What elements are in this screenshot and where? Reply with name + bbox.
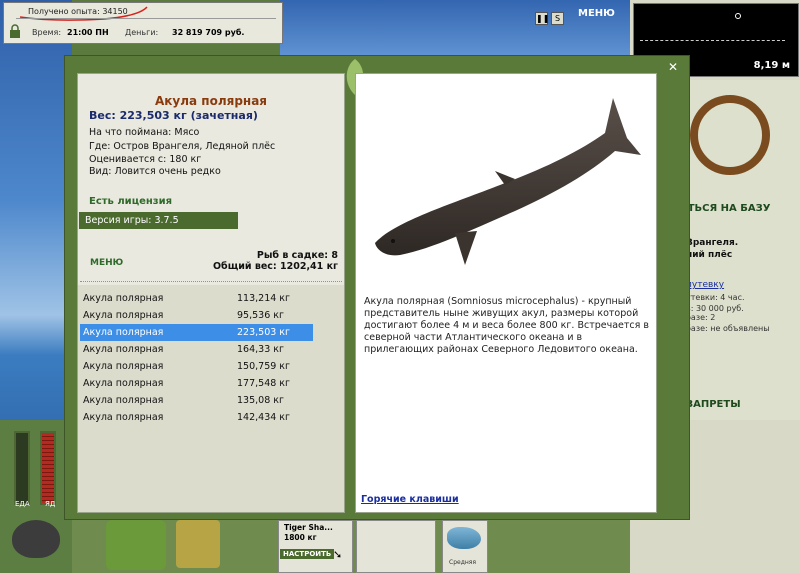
fish-basket-icon[interactable] — [106, 520, 166, 570]
catch-row-name: Акула полярная — [83, 327, 164, 338]
bucket-icon[interactable] — [176, 520, 220, 568]
catch-row-weight: 177,548 кг — [237, 378, 291, 389]
fish-weight: Вес: 223,503 кг (зачетная) — [89, 109, 258, 122]
fish-rarity: Вид: Ловится очень редко — [89, 166, 221, 177]
catch-row-name: Акула полярная — [83, 378, 164, 389]
cauldron-icon[interactable] — [12, 520, 60, 558]
license-status: Есть лицензия — [89, 196, 173, 207]
lure-name: Tiger Sha... — [284, 523, 333, 532]
catch-row-name: Акула полярная — [83, 361, 164, 372]
divider — [80, 281, 342, 282]
catch-list-row[interactable]: Акула полярная 113,214 кг — [80, 290, 313, 307]
catch-row-name: Акула полярная — [83, 395, 164, 406]
catch-list-row[interactable]: Акула полярная 95,536 кг — [80, 307, 313, 324]
catch-list-row[interactable]: Акула полярная 150,759 кг — [80, 358, 313, 375]
catch-row-weight: 164,33 кг — [237, 344, 284, 355]
depth-value: 8,19 м — [753, 60, 790, 71]
cage-total-weight: Общий вес: 1202,41 кг — [212, 261, 338, 272]
catch-list-row[interactable]: Акула полярная 177,548 кг — [80, 375, 313, 392]
lure-weight: 1800 кг — [284, 533, 317, 542]
depth-map-line — [640, 40, 785, 42]
location-line-2: ний плёс — [686, 250, 733, 260]
catch-list-row[interactable]: Акула полярная 142,434 кг — [80, 409, 313, 426]
catch-list-row[interactable]: Акула полярная 135,08 кг — [80, 392, 313, 409]
catch-row-weight: 135,08 кг — [237, 395, 284, 406]
cage-count: Рыб в садке: 8 — [256, 250, 338, 261]
catch-row-name: Акула полярная — [83, 412, 164, 423]
money-label: Деньги: — [125, 28, 159, 37]
fish-title: Акула полярная — [154, 94, 268, 108]
catch-row-name: Акула полярная — [83, 293, 164, 304]
top-controls: ❚❚ S — [535, 8, 567, 27]
dialog-menu-button[interactable]: МЕНЮ — [90, 258, 123, 268]
fish-description: Акула полярная (Somniosus microcephalus)… — [364, 296, 649, 355]
bans-button[interactable]: ЗАПРЕТЫ — [686, 399, 741, 410]
trip-duration: утевки: 4 час. — [686, 293, 745, 302]
sound-icon[interactable]: S — [551, 12, 564, 25]
catch-list-row[interactable]: Акула полярная 164,33 кг — [80, 341, 313, 358]
poison-label: ЯД — [45, 500, 56, 508]
return-to-base-button[interactable]: УТЬСЯ НА БАЗУ — [680, 203, 770, 214]
catch-list-row[interactable]: Акула полярная 223,503 кг — [80, 324, 313, 341]
empty-slot[interactable] — [356, 520, 436, 573]
lock-icon[interactable] — [9, 24, 21, 38]
catch-location: Где: Остров Врангеля, Ледяной плёс — [89, 141, 276, 152]
catch-row-weight: 113,214 кг — [237, 293, 291, 304]
configure-button[interactable]: НАСТРОИТЬ — [280, 549, 335, 559]
voucher-link[interactable]: путевку — [686, 280, 724, 290]
hud-divider — [16, 18, 276, 19]
catch-row-weight: 142,434 кг — [237, 412, 291, 423]
red-underline-mark — [19, 6, 148, 21]
location-line-1: Врангеля. — [686, 238, 739, 248]
valued-from: Оценивается с: 180 кг — [89, 154, 202, 165]
main-menu-button[interactable]: МЕНЮ — [578, 8, 615, 19]
time-value: 21:00 ПН — [67, 28, 109, 37]
time-label: Время: — [32, 28, 62, 37]
cage-summary: Рыб в садке: 8 Общий вес: 1202,41 кг — [213, 250, 338, 272]
caught-on: На что поймана: Мясо — [89, 127, 200, 138]
food-meter — [14, 431, 30, 505]
level-label: Средняя — [449, 559, 476, 566]
close-icon[interactable]: ✕ — [668, 60, 678, 74]
trip-price: ь: 30 000 руб. — [686, 304, 744, 313]
arrow-icon: ➘ — [333, 548, 343, 561]
game-version: Версия игры: 3.7.5 — [79, 212, 238, 229]
catch-row-weight: 223,503 кг — [237, 327, 291, 338]
base-notice: базе: не объявлены — [686, 324, 770, 333]
base-info: базе: 2 — [686, 313, 716, 322]
float-marker-icon — [735, 13, 741, 19]
poison-meter — [40, 431, 56, 505]
shark-image — [375, 98, 641, 265]
food-label: ЕДА — [15, 500, 30, 508]
ship-wheel-icon[interactable] — [690, 95, 770, 175]
catch-row-name: Акула полярная — [83, 344, 164, 355]
catch-row-weight: 150,759 кг — [237, 361, 291, 372]
pause-icon[interactable]: ❚❚ — [535, 12, 549, 25]
money-value: 32 819 709 руб. — [172, 28, 245, 37]
catch-row-weight: 95,536 кг — [237, 310, 284, 321]
catch-row-name: Акула полярная — [83, 310, 164, 321]
fish-bait-icon — [447, 527, 481, 549]
hotkeys-link[interactable]: Горячие клавиши — [361, 494, 459, 505]
